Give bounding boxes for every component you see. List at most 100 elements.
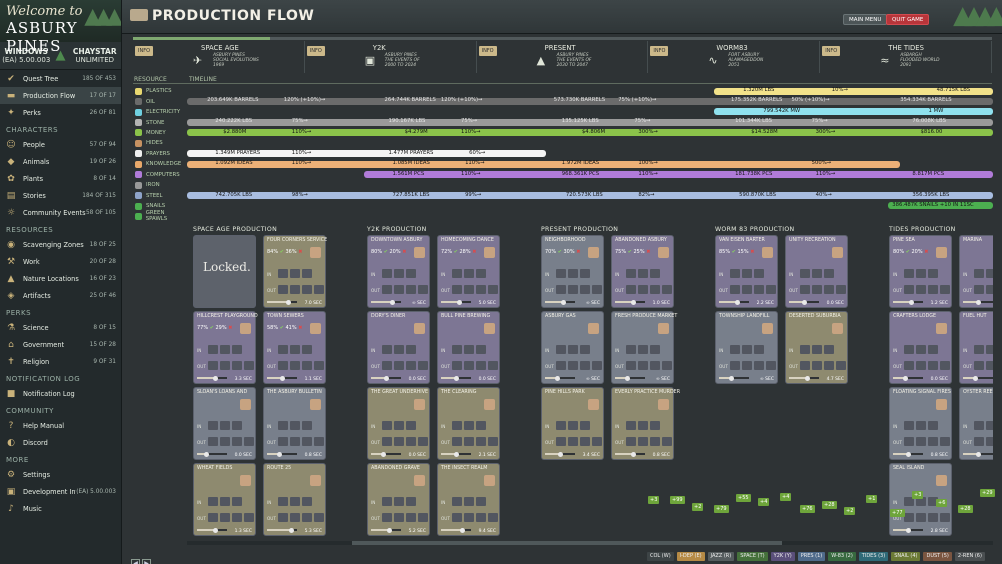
speed-knob[interactable] (277, 452, 282, 457)
speed-knob[interactable] (457, 300, 462, 305)
resource-slot[interactable] (650, 285, 660, 294)
resource-slot[interactable] (452, 513, 462, 522)
resource-slot[interactable] (928, 345, 938, 354)
filter-i-dep[interactable]: I-DEP (E) (676, 552, 705, 561)
resource-slot[interactable] (730, 269, 740, 278)
worker-portrait[interactable] (414, 323, 425, 334)
resource-slot[interactable] (208, 345, 218, 354)
speed-knob[interactable] (204, 452, 209, 457)
worker-portrait[interactable] (240, 475, 251, 486)
resource-slot[interactable] (904, 269, 914, 278)
resource-slot[interactable] (940, 437, 950, 446)
resource-slot[interactable] (638, 269, 648, 278)
resource-slot[interactable] (592, 285, 602, 294)
resource-slot[interactable] (568, 421, 578, 430)
resource-slot[interactable] (394, 361, 404, 370)
speed-slider[interactable] (615, 301, 645, 303)
resource-slot[interactable] (730, 285, 740, 294)
resource-slot[interactable] (568, 361, 578, 370)
speed-knob[interactable] (213, 376, 218, 381)
worker-portrait[interactable] (310, 247, 321, 258)
speed-knob[interactable] (631, 300, 636, 305)
resource-slot[interactable] (452, 437, 462, 446)
production-card[interactable]: FOUR CORNERS SERVICE 84% ✔ 36% ✖ IN OUT 7.0 … (263, 235, 327, 308)
resource-slot[interactable] (382, 513, 392, 522)
resource-slot[interactable] (812, 269, 822, 278)
resource-slot[interactable] (208, 513, 218, 522)
resource-slot[interactable] (488, 437, 498, 446)
resource-slot[interactable] (730, 345, 740, 354)
speed-knob[interactable] (384, 376, 389, 381)
resource-slot[interactable] (754, 269, 764, 278)
resource-slot[interactable] (824, 269, 834, 278)
resource-slot[interactable] (290, 345, 300, 354)
resource-slot[interactable] (556, 285, 566, 294)
production-card[interactable]: THE GREAT UNDERHIVE IN OUT 0.0 SEC (367, 387, 430, 460)
resource-slot[interactable] (232, 497, 242, 506)
speed-slider[interactable] (893, 301, 923, 303)
resource-slot[interactable] (650, 269, 660, 278)
speed-slider[interactable] (545, 377, 575, 379)
resource-slot[interactable] (302, 497, 312, 506)
quit-game-button[interactable]: QUIT GAME (886, 14, 930, 25)
production-card[interactable]: FLOATING SIGNAL FIRES IN OUT 0.8 SEC (889, 387, 952, 460)
resource-slot[interactable] (836, 285, 846, 294)
main-menu-button[interactable]: MAIN MENU (843, 14, 888, 25)
resource-slot[interactable] (394, 269, 404, 278)
resource-slot[interactable] (638, 437, 648, 446)
resource-slot[interactable] (974, 269, 984, 278)
speed-knob[interactable] (381, 452, 386, 457)
resource-slot[interactable] (220, 513, 230, 522)
resource-slot[interactable] (580, 269, 590, 278)
resource-slot[interactable] (232, 345, 242, 354)
resource-slot[interactable] (638, 345, 648, 354)
production-card[interactable]: THE INSECT REALM IN OUT 9.4 SEC (437, 463, 500, 536)
resource-slot[interactable] (314, 285, 324, 294)
speed-slider[interactable] (441, 301, 471, 303)
resource-slot[interactable] (382, 345, 392, 354)
resource-slot[interactable] (418, 513, 428, 522)
worker-portrait[interactable] (588, 323, 599, 334)
resource-slot[interactable] (800, 285, 810, 294)
resource-slot[interactable] (916, 421, 926, 430)
resource-slot[interactable] (452, 361, 462, 370)
production-card[interactable]: DORY'S DINER IN OUT 0.0 SEC (367, 311, 430, 384)
resource-slot[interactable] (556, 421, 566, 430)
worker-portrait[interactable] (936, 323, 947, 334)
speed-slider[interactable] (893, 377, 923, 379)
sidebar-item-community-events[interactable]: ☼ Community Events 58 OF 105 (0, 204, 121, 221)
resource-slot[interactable] (232, 437, 242, 446)
resource-slot[interactable] (928, 269, 938, 278)
resource-slot[interactable] (800, 269, 810, 278)
speed-slider[interactable] (267, 453, 297, 455)
worker-portrait[interactable] (658, 399, 669, 410)
resource-slot[interactable] (406, 421, 416, 430)
resource-slot[interactable] (986, 361, 993, 370)
resource-slot[interactable] (812, 361, 822, 370)
resource-slot[interactable] (232, 361, 242, 370)
resource-slot[interactable] (812, 345, 822, 354)
resource-slot[interactable] (974, 421, 984, 430)
speed-knob[interactable] (973, 376, 978, 381)
resource-slot[interactable] (974, 285, 984, 294)
worker-portrait[interactable] (310, 399, 321, 410)
resource-slot[interactable] (220, 437, 230, 446)
horizontal-scrollbar[interactable] (187, 541, 993, 545)
resource-slot[interactable] (406, 285, 416, 294)
resource-slot[interactable] (800, 361, 810, 370)
sidebar-item-plants[interactable]: ✿ Plants 8 OF 14 (0, 170, 121, 187)
production-card[interactable]: ABANDONED GRAVE IN OUT 5.2 SEC (367, 463, 430, 536)
speed-knob[interactable] (286, 300, 291, 305)
filter-pres[interactable]: PRES (1) (797, 552, 826, 561)
resource-slot[interactable] (476, 437, 486, 446)
resource-slot[interactable] (626, 285, 636, 294)
resource-slot[interactable] (290, 269, 300, 278)
production-card[interactable]: VAN EISEN BARTER 85% ✔ 15% ✖ IN OUT 2.2 SEC (715, 235, 778, 308)
resource-slot[interactable] (208, 361, 218, 370)
worker-portrait[interactable] (832, 323, 843, 334)
resource-slot[interactable] (754, 285, 764, 294)
worker-portrait[interactable] (936, 247, 947, 258)
resource-slot[interactable] (452, 497, 462, 506)
resource-slot[interactable] (382, 437, 392, 446)
speed-knob[interactable] (387, 528, 392, 533)
